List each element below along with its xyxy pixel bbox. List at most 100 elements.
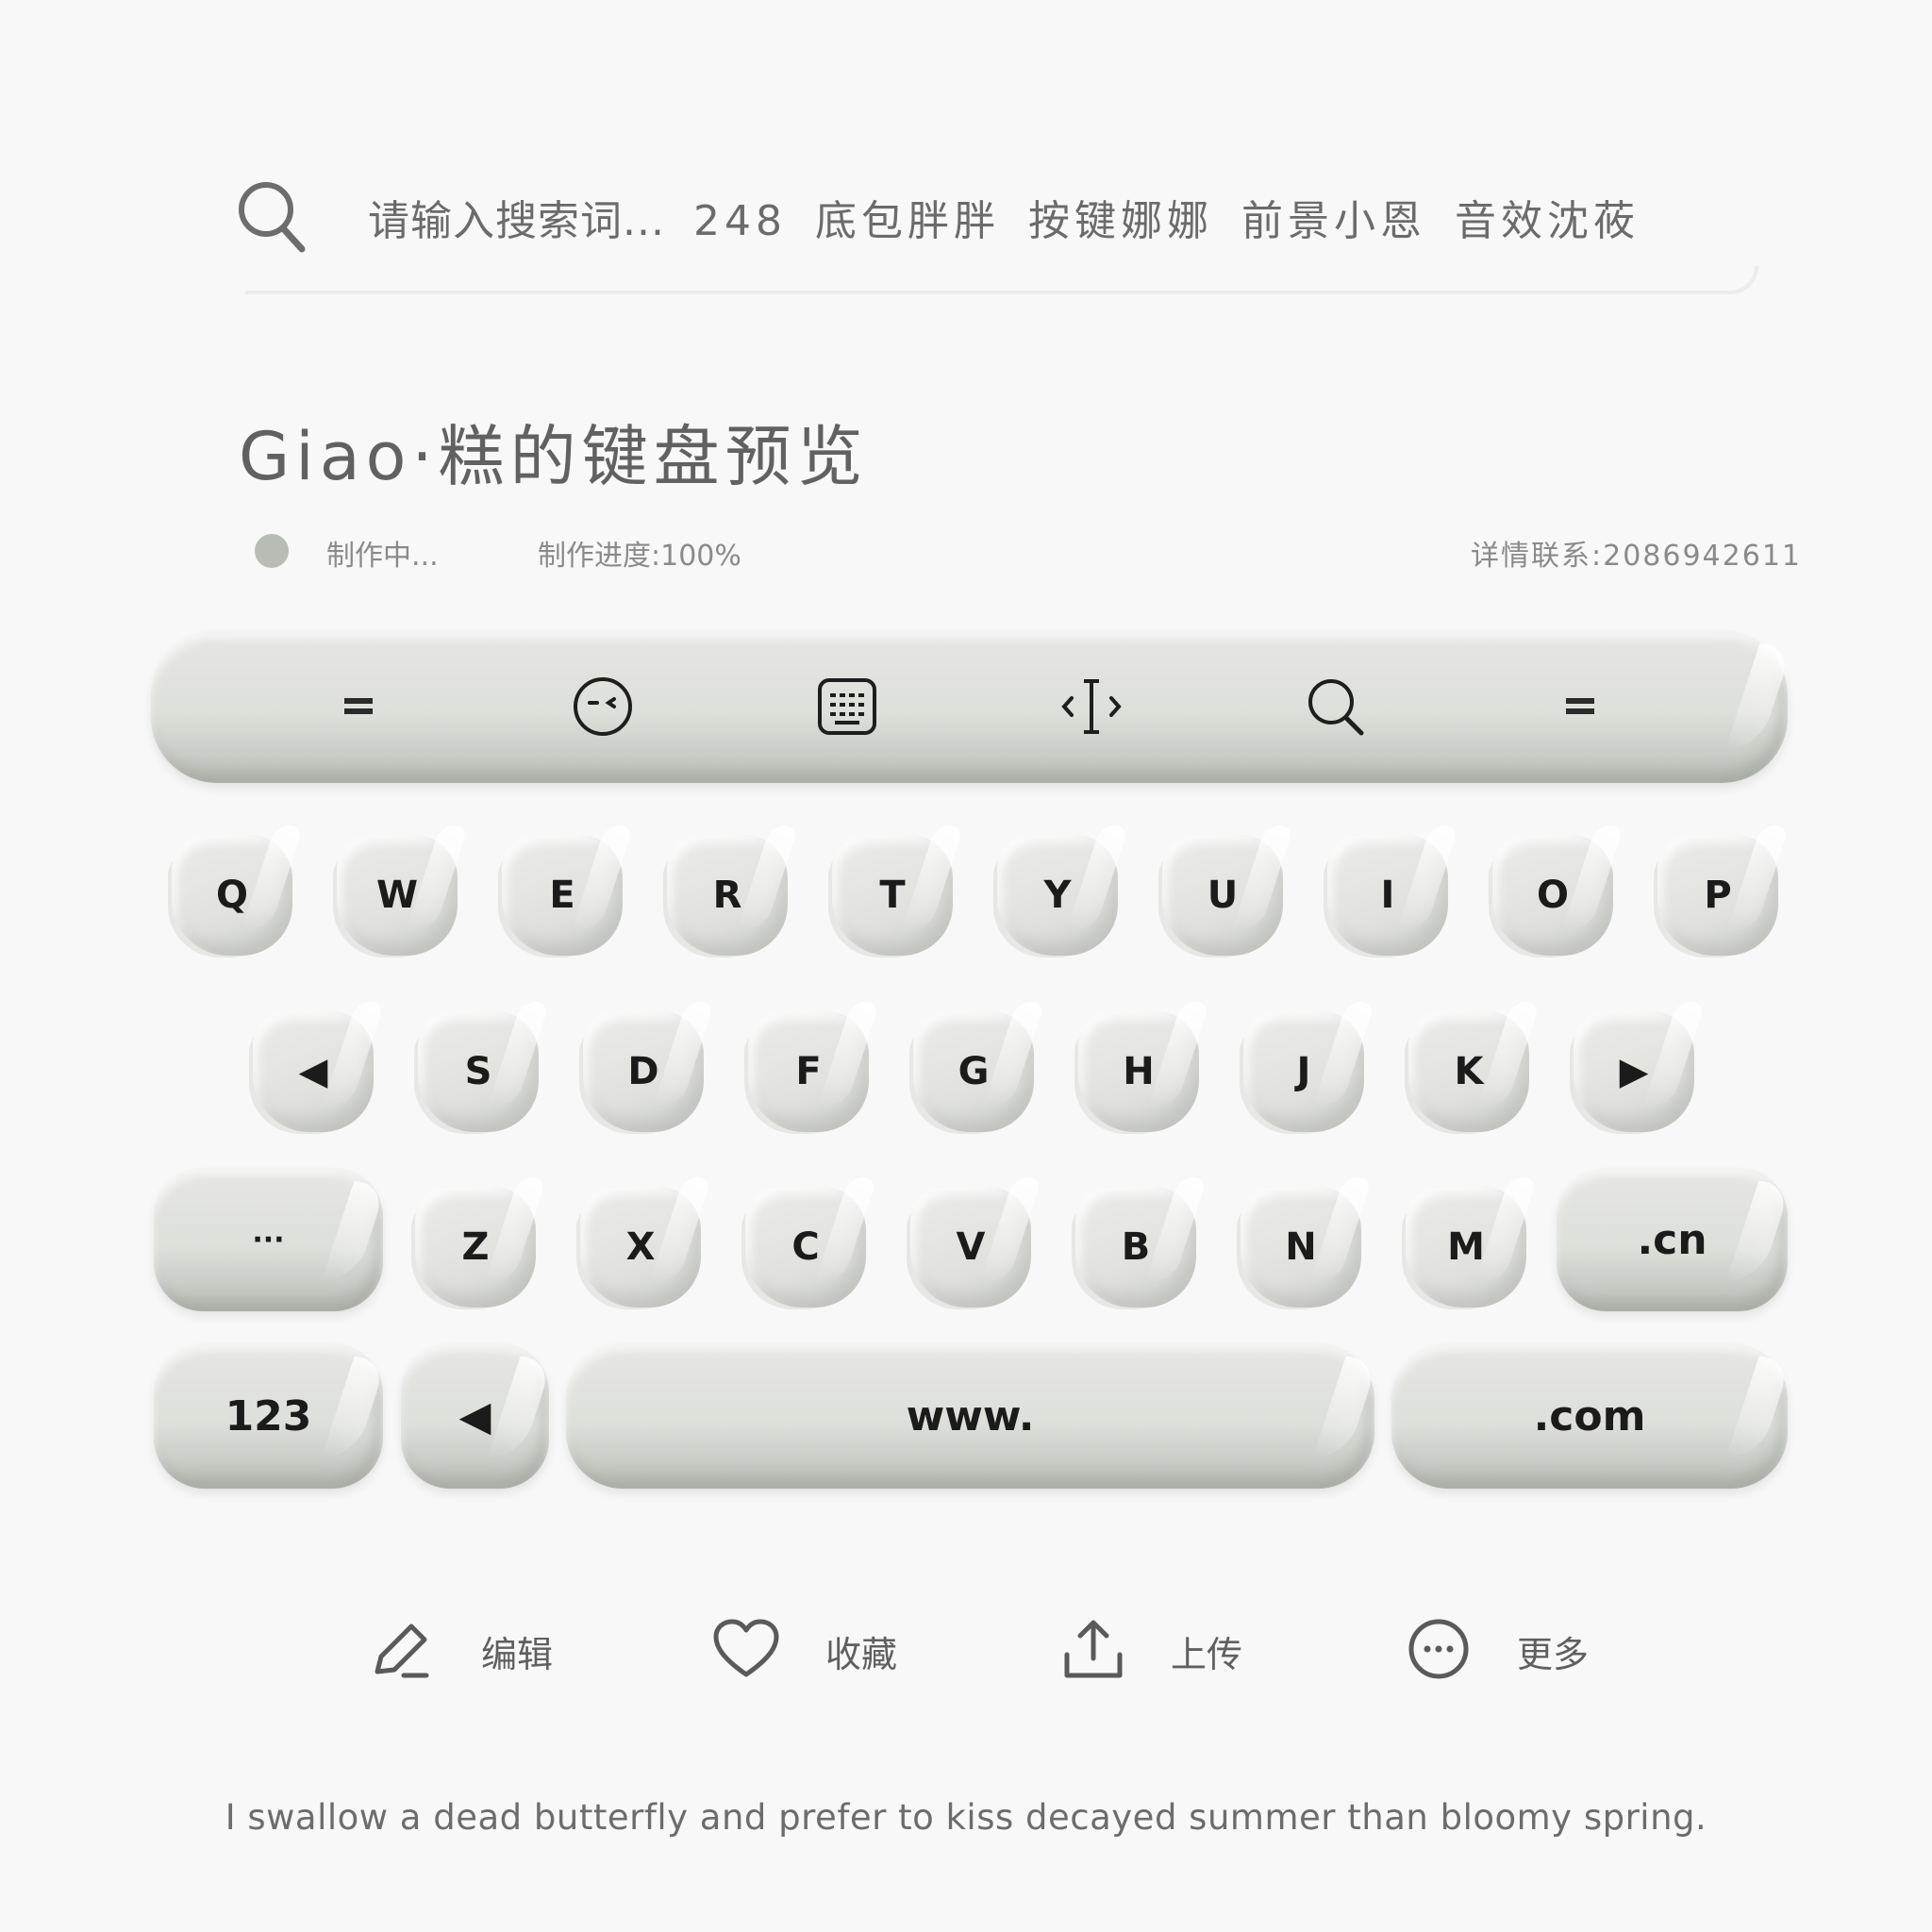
numbers-key[interactable]: 123 — [154, 1343, 383, 1489]
com-key-label: .com — [1533, 1391, 1646, 1441]
letter-key[interactable]: U — [1162, 835, 1283, 956]
back-key-label: ◀ — [458, 1391, 491, 1441]
edit-action[interactable]: 编辑 — [368, 1613, 553, 1689]
letter-key-label: Z — [461, 1225, 490, 1269]
letter-key[interactable]: B — [1075, 1187, 1196, 1307]
search-keyword[interactable]: 按键娜娜 — [1028, 197, 1213, 245]
letter-key[interactable]: R — [667, 835, 788, 956]
letter-key-label: J — [1296, 1050, 1311, 1093]
letter-key[interactable]: X — [580, 1187, 701, 1307]
status-dot — [255, 534, 289, 568]
letter-key-label: P — [1704, 874, 1732, 917]
letter-key[interactable]: ▶ — [1574, 1011, 1694, 1132]
letter-key-label: H — [1123, 1050, 1155, 1093]
cursor-move-icon[interactable] — [1058, 674, 1124, 740]
more-key-label: ··· — [252, 1223, 285, 1257]
com-key[interactable]: .com — [1391, 1343, 1788, 1489]
letter-key[interactable]: K — [1408, 1011, 1529, 1132]
status-row: 制作中... 制作进度:100% 详情联系:2086942611 — [255, 528, 1802, 575]
letter-key-label: G — [958, 1050, 990, 1093]
letter-key-label: F — [795, 1050, 822, 1093]
letter-key-label: C — [791, 1225, 820, 1269]
letter-key-label: T — [879, 874, 906, 917]
more-key[interactable]: ··· — [154, 1168, 383, 1311]
letter-key-label: W — [375, 874, 419, 917]
letter-key-label: ▶ — [1619, 1050, 1649, 1093]
letter-key[interactable]: D — [583, 1011, 704, 1132]
cn-key-label: .cn — [1637, 1215, 1707, 1264]
letter-key[interactable]: M — [1406, 1187, 1526, 1307]
letter-key[interactable]: ◀ — [253, 1011, 374, 1132]
letter-key-label: K — [1454, 1050, 1484, 1093]
letter-key[interactable]: S — [418, 1011, 539, 1132]
letter-key-label: M — [1447, 1225, 1485, 1269]
letter-key[interactable]: W — [337, 835, 458, 956]
heart-icon — [712, 1618, 780, 1684]
keyboard-icon[interactable] — [814, 674, 880, 740]
search-icon[interactable] — [236, 179, 308, 255]
letter-key-label: S — [464, 1050, 492, 1093]
letter-key[interactable]: O — [1492, 835, 1613, 956]
menu-icon[interactable] — [325, 674, 391, 740]
cn-key[interactable]: .cn — [1557, 1168, 1788, 1311]
more-label: 更多 — [1517, 1633, 1590, 1675]
letter-key[interactable]: V — [910, 1187, 1031, 1307]
letter-key[interactable]: G — [913, 1011, 1034, 1132]
contact-text: 详情联系:2086942611 — [1471, 540, 1802, 573]
letter-key[interactable]: Z — [415, 1187, 536, 1307]
letter-key-label: X — [625, 1225, 656, 1269]
back-key[interactable]: ◀ — [401, 1343, 549, 1489]
edit-icon — [368, 1615, 436, 1687]
letter-key-label: I — [1380, 874, 1395, 917]
letter-key-label: R — [712, 874, 742, 917]
letter-key[interactable]: J — [1243, 1011, 1364, 1132]
menu-icon[interactable] — [1547, 674, 1613, 740]
search-placeholder: 请输入搜索词... — [368, 197, 665, 245]
upload-action[interactable]: 上传 — [1061, 1613, 1242, 1689]
emoji-face-icon[interactable] — [570, 674, 636, 740]
letter-key-label: Y — [1043, 874, 1072, 917]
numbers-key-label: 123 — [225, 1391, 312, 1441]
letter-key[interactable]: C — [745, 1187, 866, 1307]
favorite-action[interactable]: 收藏 — [712, 1613, 897, 1689]
more-icon — [1406, 1616, 1472, 1686]
letter-key-label: ◀ — [298, 1050, 328, 1093]
upload-icon — [1061, 1617, 1125, 1685]
letter-key[interactable]: T — [832, 835, 953, 956]
letter-key-label: B — [1121, 1225, 1151, 1269]
letter-key-label: N — [1285, 1225, 1317, 1269]
letter-key-label: E — [549, 874, 575, 917]
search-keyword[interactable]: 前景小恩 — [1241, 197, 1426, 245]
letter-key-label: V — [956, 1225, 986, 1269]
progress-text: 制作进度:100% — [538, 540, 741, 573]
footer-quote: I swallow a dead butterfly and prefer to… — [225, 1797, 1707, 1838]
search-bar[interactable]: 请输入搜索词... 248 底包胖胖 按键娜娜 前景小恩 音效沈莜 — [236, 170, 1758, 294]
letter-key-label: D — [627, 1050, 659, 1093]
more-action[interactable]: 更多 — [1406, 1613, 1589, 1689]
letter-key[interactable]: H — [1078, 1011, 1199, 1132]
search-keyword[interactable]: 音效沈莜 — [1455, 197, 1640, 245]
letter-key-label: O — [1536, 874, 1569, 917]
edit-label: 编辑 — [481, 1633, 554, 1675]
letter-key[interactable]: N — [1241, 1187, 1361, 1307]
search-icon[interactable] — [1303, 674, 1369, 740]
favorite-label: 收藏 — [825, 1633, 898, 1675]
letter-key-label: U — [1207, 874, 1239, 917]
keyboard-toolbar — [151, 630, 1788, 783]
search-underline — [245, 266, 1758, 294]
letter-key[interactable]: Y — [997, 835, 1118, 956]
letter-key[interactable]: P — [1657, 835, 1778, 956]
upload-label: 上传 — [1171, 1633, 1243, 1675]
letter-key-label: Q — [215, 874, 248, 917]
letter-key[interactable]: E — [502, 835, 623, 956]
search-keyword[interactable]: 底包胖胖 — [815, 197, 1000, 245]
letter-key[interactable]: Q — [172, 835, 292, 956]
space-key-label: www. — [906, 1391, 1035, 1441]
status-text: 制作中... — [326, 540, 439, 573]
search-input[interactable]: 请输入搜索词... 248 底包胖胖 按键娜娜 前景小恩 音效沈莜 — [368, 187, 1640, 247]
search-keyword[interactable]: 248 — [693, 197, 787, 245]
letter-key[interactable]: I — [1327, 835, 1448, 956]
page-title: Giao·糕的键盘预览 — [239, 418, 869, 495]
space-key[interactable]: www. — [566, 1343, 1374, 1489]
letter-key[interactable]: F — [748, 1011, 869, 1132]
